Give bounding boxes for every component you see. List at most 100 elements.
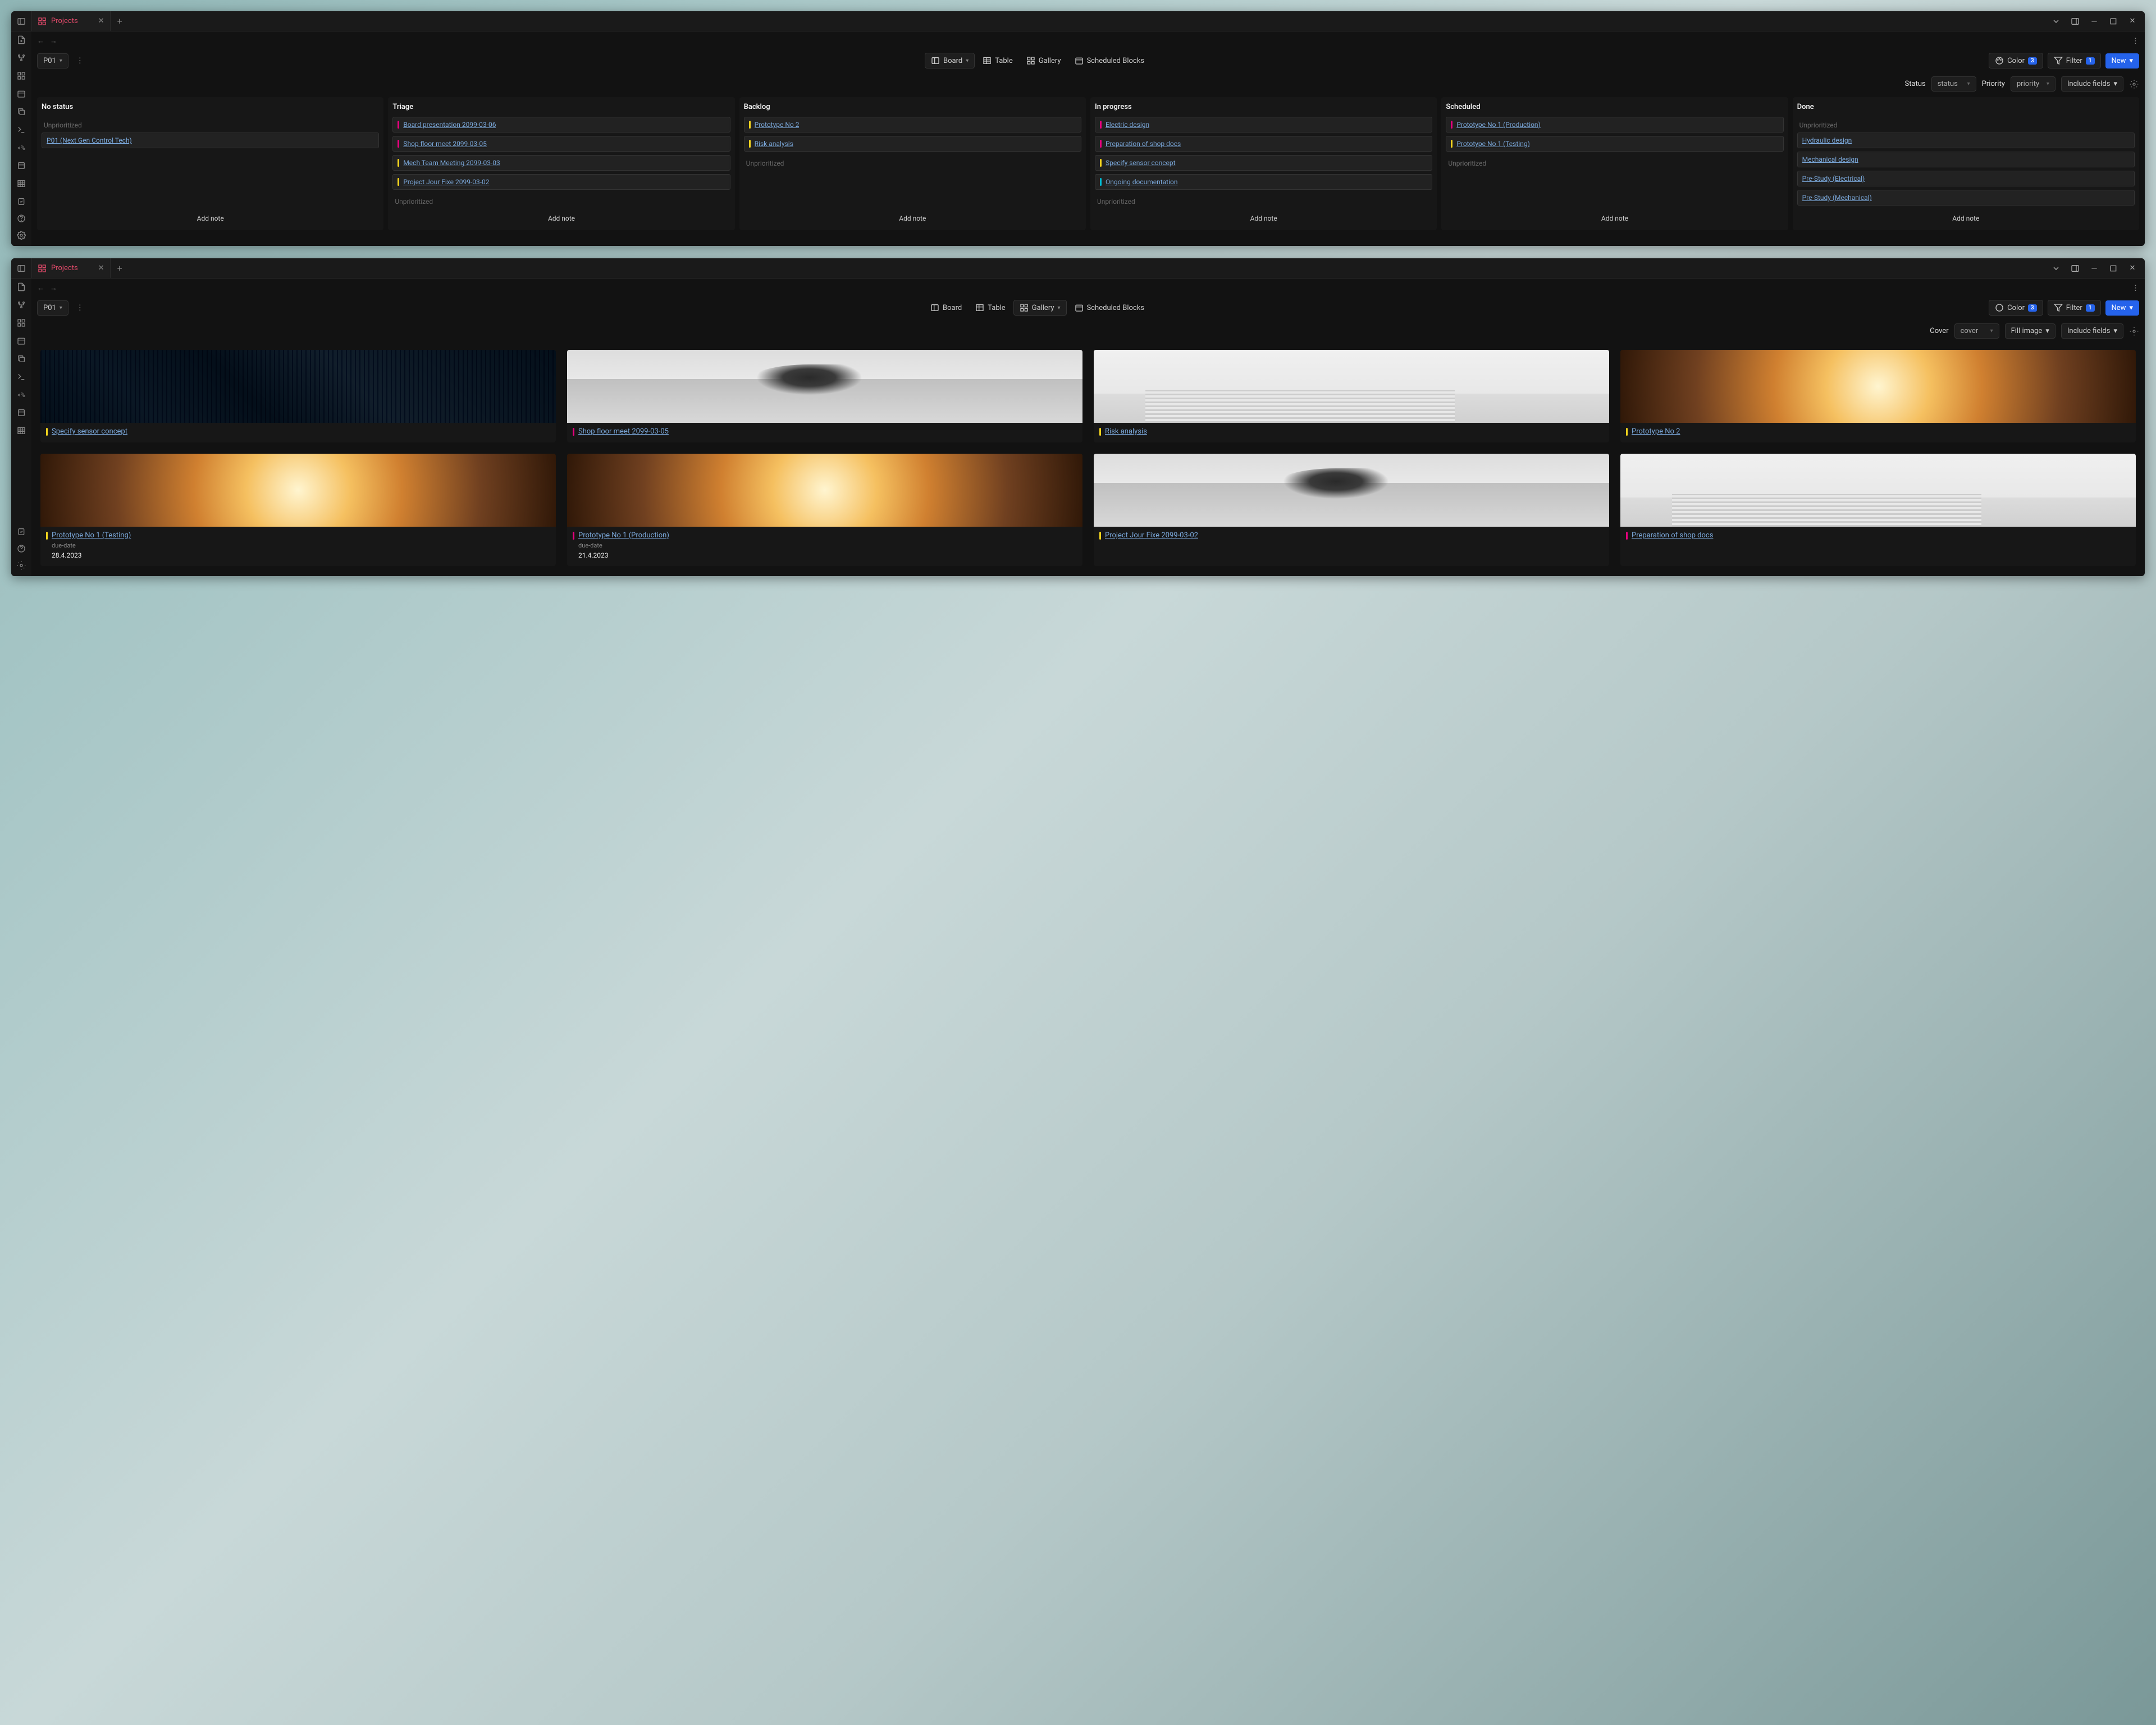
add-note-button[interactable]: Add note bbox=[1446, 209, 1783, 225]
git-fork-icon[interactable] bbox=[16, 300, 26, 310]
grid-icon[interactable] bbox=[16, 318, 26, 328]
maximize-button[interactable] bbox=[2105, 261, 2121, 276]
include-fields-button[interactable]: Include fields ▾ bbox=[2061, 323, 2123, 339]
gallery-card[interactable]: Project Jour Fixe 2099-03-02 bbox=[1094, 454, 1609, 566]
board-card[interactable]: Risk analysis bbox=[744, 136, 1081, 152]
sidebar-toggle-icon[interactable] bbox=[11, 258, 31, 279]
card-link[interactable]: Shop floor meet 2099-03-05 bbox=[403, 140, 487, 148]
filter-button[interactable]: Filter 1 bbox=[2048, 300, 2101, 316]
panel-icon[interactable] bbox=[2067, 13, 2083, 29]
database-icon[interactable] bbox=[16, 408, 26, 418]
cover-dropdown[interactable]: cover▾ bbox=[1954, 323, 1999, 339]
project-selector[interactable]: P01 ▾ bbox=[37, 53, 68, 69]
nav-forward-icon[interactable]: → bbox=[50, 36, 57, 45]
tab-projects[interactable]: Projects ✕ bbox=[31, 11, 111, 31]
card-link[interactable]: Prototype No 1 (Production) bbox=[1456, 121, 1540, 129]
copy-icon[interactable] bbox=[16, 107, 26, 117]
minimize-button[interactable]: ─ bbox=[2086, 261, 2102, 276]
project-more-icon[interactable]: ⋮ bbox=[74, 304, 86, 312]
card-title-link[interactable]: Prototype No 1 (Testing) bbox=[52, 531, 131, 540]
card-link[interactable]: Preparation of shop docs bbox=[1106, 140, 1181, 148]
color-button[interactable]: Color 3 bbox=[1989, 53, 2043, 69]
settings-icon[interactable] bbox=[16, 560, 26, 571]
settings-icon[interactable] bbox=[16, 230, 26, 240]
view-tab-board[interactable]: Board ▾ bbox=[925, 53, 975, 69]
card-link[interactable]: Hydraulic design bbox=[1802, 136, 1852, 144]
help-icon[interactable] bbox=[16, 213, 26, 223]
calendar-icon[interactable] bbox=[16, 89, 26, 99]
card-title-link[interactable]: Prototype No 1 (Production) bbox=[578, 531, 669, 540]
more-menu-icon[interactable]: ⋮ bbox=[2132, 284, 2139, 293]
chevron-down-icon[interactable] bbox=[2048, 261, 2064, 276]
board-card[interactable]: Project Jour Fixe 2099-03-02 bbox=[392, 174, 730, 190]
status-dropdown[interactable]: status▾ bbox=[1931, 76, 1976, 92]
card-link[interactable]: Project Jour Fixe 2099-03-02 bbox=[403, 178, 489, 186]
maximize-button[interactable] bbox=[2105, 13, 2121, 29]
board-card[interactable]: Hydraulic design bbox=[1797, 133, 2135, 148]
view-tab-table[interactable]: Table bbox=[977, 53, 1018, 69]
close-icon[interactable]: ✕ bbox=[98, 264, 104, 272]
database-icon[interactable] bbox=[16, 161, 26, 171]
card-link[interactable]: Prototype No 2 bbox=[755, 121, 800, 129]
card-title-link[interactable]: Prototype No 2 bbox=[1632, 427, 1680, 436]
project-more-icon[interactable]: ⋮ bbox=[74, 57, 86, 65]
gear-icon[interactable] bbox=[2129, 79, 2139, 89]
card-link[interactable]: Mechanical design bbox=[1802, 156, 1858, 163]
add-note-button[interactable]: Add note bbox=[392, 209, 730, 225]
close-button[interactable]: ✕ bbox=[2125, 13, 2140, 29]
grid-icon[interactable] bbox=[16, 71, 26, 81]
nav-back-icon[interactable]: ← bbox=[37, 36, 44, 45]
gallery-card[interactable]: Risk analysis bbox=[1094, 350, 1609, 442]
board-card[interactable]: Preparation of shop docs bbox=[1095, 136, 1432, 152]
terminal-icon[interactable] bbox=[16, 372, 26, 382]
gallery-card[interactable]: Shop floor meet 2099-03-05 bbox=[567, 350, 1082, 442]
table-icon[interactable] bbox=[16, 426, 26, 436]
view-tab-table[interactable]: Table bbox=[970, 300, 1011, 316]
board-card[interactable]: Pre-Study (Mechanical) bbox=[1797, 190, 2135, 206]
filter-button[interactable]: Filter 1 bbox=[2048, 53, 2101, 69]
nav-back-icon[interactable]: ← bbox=[37, 284, 44, 293]
include-fields-button[interactable]: Include fields ▾ bbox=[2061, 76, 2123, 92]
file-plus-icon[interactable] bbox=[16, 35, 26, 45]
board-card[interactable]: Board presentation 2099-03-06 bbox=[392, 117, 730, 133]
card-link[interactable]: Mech Team Meeting 2099-03-03 bbox=[403, 159, 500, 167]
table-icon[interactable] bbox=[16, 179, 26, 189]
add-note-button[interactable]: Add note bbox=[1095, 209, 1432, 225]
board-card[interactable]: Specify sensor concept bbox=[1095, 155, 1432, 171]
add-tab-button[interactable]: + bbox=[111, 16, 129, 26]
card-link[interactable]: Pre-Study (Mechanical) bbox=[1802, 194, 1872, 202]
gallery-card[interactable]: Prototype No 1 (Testing)due-date28.4.202… bbox=[40, 454, 556, 566]
card-link[interactable]: Risk analysis bbox=[755, 140, 793, 148]
priority-dropdown[interactable]: priority▾ bbox=[2011, 76, 2055, 92]
board-card[interactable]: Pre-Study (Electrical) bbox=[1797, 171, 2135, 186]
card-link[interactable]: Specify sensor concept bbox=[1106, 159, 1176, 167]
add-note-button[interactable]: Add note bbox=[42, 209, 379, 225]
view-tab-gallery[interactable]: Gallery ▾ bbox=[1013, 300, 1067, 316]
board-card[interactable]: Prototype No 1 (Production) bbox=[1446, 117, 1783, 133]
add-tab-button[interactable]: + bbox=[111, 263, 129, 273]
gallery-card[interactable]: Prototype No 2 bbox=[1620, 350, 2136, 442]
card-title-link[interactable]: Project Jour Fixe 2099-03-02 bbox=[1105, 531, 1198, 540]
file-plus-icon[interactable] bbox=[16, 282, 26, 292]
terminal-icon[interactable] bbox=[16, 125, 26, 135]
shield-icon[interactable] bbox=[16, 527, 26, 537]
board-card[interactable]: Mech Team Meeting 2099-03-03 bbox=[392, 155, 730, 171]
new-button[interactable]: New ▾ bbox=[2105, 300, 2139, 316]
gallery-card[interactable]: Preparation of shop docs bbox=[1620, 454, 2136, 566]
calendar-icon[interactable] bbox=[16, 336, 26, 346]
shield-icon[interactable] bbox=[16, 197, 26, 207]
tab-projects[interactable]: Projects ✕ bbox=[31, 258, 111, 278]
sidebar-toggle-icon[interactable] bbox=[11, 11, 31, 31]
gear-icon[interactable] bbox=[2129, 326, 2139, 336]
gallery-card[interactable]: Prototype No 1 (Production)due-date21.4.… bbox=[567, 454, 1082, 566]
card-title-link[interactable]: Specify sensor concept bbox=[52, 427, 127, 436]
minimize-button[interactable]: ─ bbox=[2086, 13, 2102, 29]
percent-icon[interactable]: <% bbox=[16, 390, 26, 400]
add-note-button[interactable]: Add note bbox=[744, 209, 1081, 225]
view-tab-board[interactable]: Board bbox=[925, 300, 967, 316]
chevron-down-icon[interactable] bbox=[2048, 13, 2064, 29]
color-button[interactable]: Color 3 bbox=[1989, 300, 2043, 316]
card-link[interactable]: Prototype No 1 (Testing) bbox=[1456, 140, 1529, 148]
card-title-link[interactable]: Risk analysis bbox=[1105, 427, 1147, 436]
board-card[interactable]: Shop floor meet 2099-03-05 bbox=[392, 136, 730, 152]
